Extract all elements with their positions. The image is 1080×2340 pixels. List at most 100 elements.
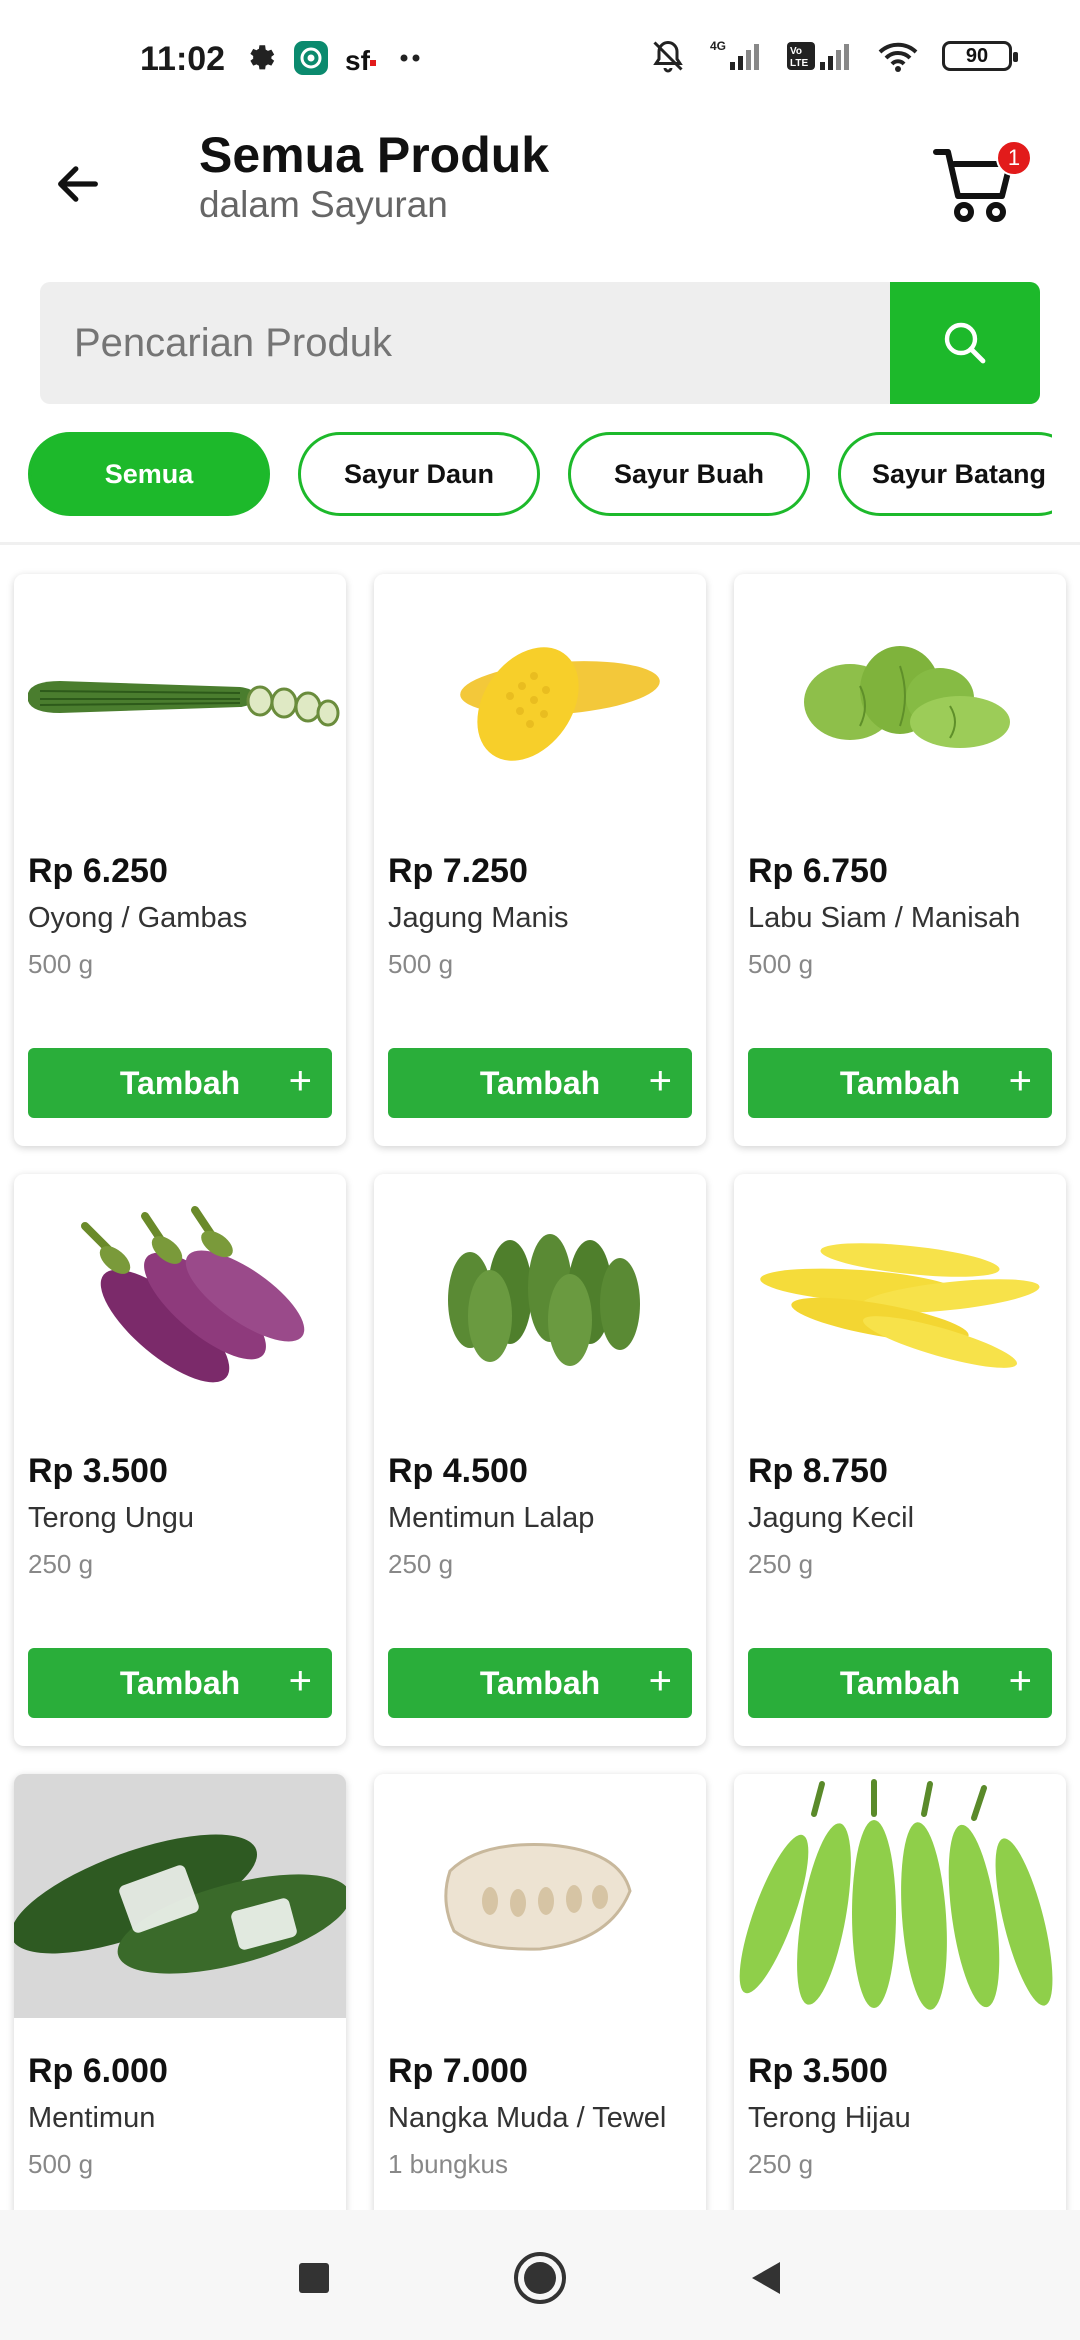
add-label: Tambah: [119, 1064, 241, 1101]
product-name: Jagung Kecil: [748, 1502, 915, 1534]
product-name: Terong Ungu: [28, 1502, 195, 1534]
chip-sayur-buah[interactable]: Sayur Buah: [568, 432, 810, 516]
product-price: Rp 7.000: [388, 2052, 528, 2090]
add-label: Tambah: [479, 1664, 601, 1701]
baby-corn-icon: [734, 1174, 1066, 1418]
cart-count-badge: 1: [996, 140, 1032, 176]
page-title: Semua Produk: [199, 127, 550, 183]
jackfruit-icon: [374, 1774, 706, 2018]
product-unit: 250 g: [748, 1549, 814, 1579]
search-input[interactable]: [74, 282, 874, 404]
back-button[interactable]: [40, 146, 116, 222]
product-unit: 250 g: [748, 2149, 814, 2179]
svg-text:4G: 4G: [710, 39, 726, 53]
add-label: Tambah: [119, 1664, 241, 1701]
signal-4g-icon: 4G: [708, 38, 764, 74]
plus-icon: +: [1008, 1659, 1032, 1703]
product-card[interactable]: Rp 3.500 Terong Ungu 250 g Tambah +: [14, 1174, 346, 1746]
search-bar: [40, 282, 1040, 404]
battery-icon: 90: [942, 41, 1018, 71]
add-label: Tambah: [839, 1664, 961, 1701]
square-icon: [299, 2263, 329, 2293]
chip-sayur-daun[interactable]: Sayur Daun: [298, 432, 540, 516]
product-price: Rp 4.500: [388, 1452, 528, 1490]
plus-icon: +: [1008, 1059, 1032, 1103]
search-button[interactable]: [890, 282, 1040, 404]
status-left-icons: sf: [245, 40, 425, 76]
product-price: Rp 3.500: [28, 1452, 168, 1490]
add-button[interactable]: Tambah +: [388, 1048, 692, 1118]
product-price: Rp 6.750: [748, 852, 888, 890]
arrow-left-icon: [58, 166, 98, 202]
settings-icon: [245, 41, 279, 75]
chip-semua[interactable]: Semua: [28, 432, 270, 516]
plus-icon: +: [288, 1059, 312, 1103]
page-subtitle: dalam Sayuran: [199, 184, 448, 225]
app-notification-icon: [293, 40, 329, 76]
product-name: Terong Hijau: [748, 2102, 911, 2134]
product-card[interactable]: Rp 6.750 Labu Siam / Manisah 500 g Tamba…: [734, 574, 1066, 1146]
product-unit: 500 g: [28, 2149, 94, 2179]
chayote-icon: [734, 574, 1066, 818]
cucumber-icon: [374, 1174, 706, 1418]
add-button[interactable]: Tambah +: [388, 1648, 692, 1718]
home-button[interactable]: [512, 2250, 568, 2306]
wifi-icon: [876, 38, 920, 74]
back-nav-button[interactable]: [738, 2250, 794, 2306]
app-header: Semua Produk dalam Sayuran 1: [0, 120, 1080, 270]
product-unit: 1 bungkus: [388, 2149, 508, 2179]
product-price: Rp 3.500: [748, 2052, 888, 2090]
triangle-back-icon: [752, 2262, 780, 2294]
volte-signal-icon: Vo LTE: [786, 38, 854, 74]
product-name: Jagung Manis: [388, 902, 569, 934]
product-name: Oyong / Gambas: [28, 902, 248, 934]
product-name: Mentimun Lalap: [388, 1502, 595, 1534]
product-unit: 500 g: [28, 949, 94, 979]
mute-bell-icon: [650, 38, 686, 74]
svg-text:Vo: Vo: [790, 46, 802, 57]
status-time: 11:02: [140, 40, 226, 78]
product-unit: 500 g: [388, 949, 454, 979]
status-right-icons: 4G Vo LTE 90: [650, 38, 1018, 74]
svg-text:sf: sf: [345, 45, 371, 76]
status-bar: 11:02 sf 4G Vo LTE 90: [0, 0, 1080, 120]
green-eggplant-icon: [734, 1774, 1066, 2018]
category-chips: Semua Sayur Daun Sayur Buah Sayur Batang: [28, 432, 1052, 516]
product-card[interactable]: Rp 6.250 Oyong / Gambas 500 g Tambah +: [14, 574, 346, 1146]
system-nav-bar: [0, 2210, 1080, 2340]
product-name: Nangka Muda / Tewel: [388, 2102, 667, 2134]
plus-icon: +: [288, 1659, 312, 1703]
more-dots-icon: [395, 48, 425, 68]
cucumber-pack-icon: [14, 1774, 346, 2018]
sf-app-icon: sf: [343, 40, 381, 76]
product-name: Mentimun: [28, 2102, 156, 2134]
add-button[interactable]: Tambah +: [28, 1648, 332, 1718]
product-card[interactable]: Rp 7.000 Nangka Muda / Tewel 1 bungkus: [374, 1774, 706, 2254]
cart-button[interactable]: 1: [930, 128, 1040, 238]
product-price: Rp 6.000: [28, 2052, 168, 2090]
product-unit: 250 g: [28, 1549, 94, 1579]
divider: [0, 542, 1080, 545]
corn-icon: [374, 574, 706, 818]
circle-icon: [514, 2252, 566, 2304]
plus-icon: +: [648, 1659, 672, 1703]
product-unit: 250 g: [388, 1549, 454, 1579]
plus-icon: +: [648, 1059, 672, 1103]
add-label: Tambah: [479, 1064, 601, 1101]
chip-sayur-batang[interactable]: Sayur Batang: [838, 432, 1052, 516]
product-price: Rp 7.250: [388, 852, 528, 890]
product-unit: 500 g: [748, 949, 814, 979]
eggplant-icon: [14, 1174, 346, 1418]
product-card[interactable]: Rp 8.750 Jagung Kecil 250 g Tambah +: [734, 1174, 1066, 1746]
product-card[interactable]: Rp 4.500 Mentimun Lalap 250 g Tambah +: [374, 1174, 706, 1746]
add-button[interactable]: Tambah +: [748, 1048, 1052, 1118]
product-card[interactable]: Rp 3.500 Terong Hijau 250 g: [734, 1774, 1066, 2254]
recents-button[interactable]: [286, 2250, 342, 2306]
product-price: Rp 6.250: [28, 852, 168, 890]
add-button[interactable]: Tambah +: [748, 1648, 1052, 1718]
add-label: Tambah: [839, 1064, 961, 1101]
product-card[interactable]: Rp 6.000 Mentimun 500 g: [14, 1774, 346, 2254]
add-button[interactable]: Tambah +: [28, 1048, 332, 1118]
product-card[interactable]: Rp 7.250 Jagung Manis 500 g Tambah +: [374, 574, 706, 1146]
product-price: Rp 8.750: [748, 1452, 888, 1490]
